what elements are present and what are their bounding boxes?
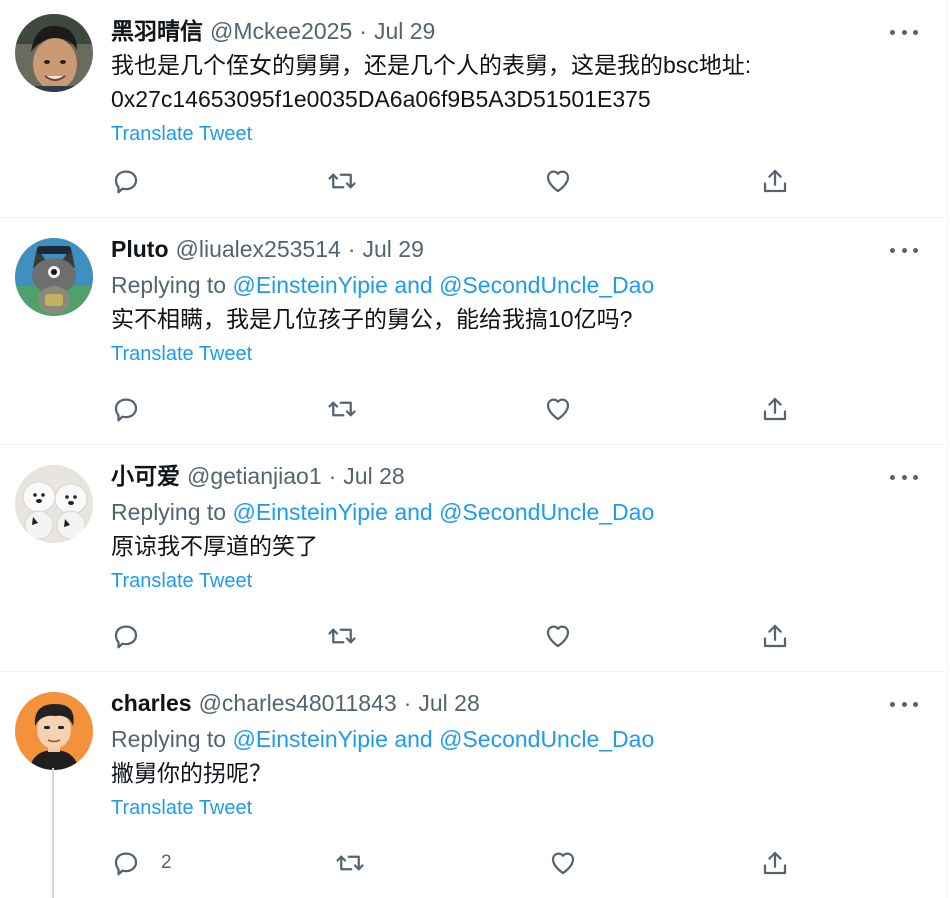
translate-tweet-link[interactable]: Translate Tweet [111, 567, 252, 595]
thread-connector [52, 768, 54, 898]
retweet-button[interactable] [327, 163, 357, 199]
like-button[interactable] [548, 845, 578, 881]
more-dots-icon[interactable] [890, 694, 918, 714]
heart-icon [546, 170, 570, 193]
avatar[interactable] [15, 14, 93, 92]
reply-count: 2 [161, 852, 172, 873]
tweet-date[interactable]: Jul 28 [343, 461, 404, 491]
translate-tweet-link[interactable]: Translate Tweet [111, 120, 252, 148]
more-dots-icon[interactable] [890, 467, 918, 487]
heart-icon [546, 398, 570, 421]
separator: · [347, 236, 356, 262]
tweet[interactable]: charles @charles48011843 · Jul 28 Replyi… [0, 672, 946, 898]
user-handle[interactable]: @Mckee2025 [210, 16, 352, 46]
tweet-header: charles @charles48011843 · Jul 28 [111, 688, 906, 718]
tweet-actions [111, 618, 811, 654]
tweet-header: Pluto @liualex253514 · Jul 29 [111, 234, 906, 264]
reply-button[interactable] [111, 391, 141, 427]
tweet-date[interactable]: Jul 29 [362, 234, 423, 264]
like-button[interactable] [543, 618, 573, 654]
separator: · [359, 18, 367, 44]
reply-bubble-icon [114, 852, 138, 876]
avatar[interactable] [15, 238, 93, 316]
share-button[interactable] [760, 391, 790, 427]
tweet-text: 我也是几个侄女的舅舅，还是几个人的表舅，这是我的bsc地址: 0x27c1465… [111, 52, 752, 112]
retweet-arrows-icon [328, 401, 356, 417]
share-button[interactable] [760, 845, 790, 881]
replying-to: Replying to @EinsteinYipie and @SecondUn… [111, 497, 906, 527]
retweet-arrows-icon [328, 173, 356, 189]
share-upload-icon [763, 169, 787, 193]
like-button[interactable] [543, 163, 573, 199]
share-button[interactable] [760, 618, 790, 654]
display-name[interactable]: charles [111, 688, 192, 718]
replying-to-label: Replying to [111, 272, 227, 298]
tweet-text: 撇舅你的拐呢？ [111, 760, 272, 786]
reply-bubble-icon [114, 625, 138, 649]
reply-bubble-icon [114, 170, 138, 194]
avatar[interactable] [15, 465, 93, 543]
tweet[interactable]: 小可爱 @getianjiao1 · Jul 28 Replying to @E… [0, 445, 946, 672]
reply-mentions[interactable]: @EinsteinYipie and @SecondUncle_Dao [232, 726, 654, 752]
reply-mentions[interactable]: @EinsteinYipie and @SecondUncle_Dao [232, 499, 654, 525]
translate-tweet-link[interactable]: Translate Tweet [111, 794, 252, 822]
separator: · [328, 463, 337, 489]
tweet-text: 实不相瞒，我是几位孩子的舅公，能给我搞10亿吗? [111, 306, 633, 332]
user-handle[interactable]: @getianjiao1 [187, 461, 322, 491]
retweet-arrows-icon [328, 628, 356, 644]
user-handle[interactable]: @liualex253514 [176, 234, 341, 264]
retweet-button[interactable] [327, 618, 357, 654]
display-name[interactable]: 小可爱 [111, 461, 180, 491]
tweet-feed: 黑羽晴信 @Mckee2025 · Jul 29 我也是几个侄女的舅舅，还是几个… [0, 0, 950, 898]
more-dots-icon[interactable] [890, 22, 918, 42]
replying-to: Replying to @EinsteinYipie and @SecondUn… [111, 270, 906, 300]
tweet-header: 黑羽晴信 @Mckee2025 · Jul 29 [111, 16, 906, 46]
reply-button[interactable]: 2 [111, 845, 172, 881]
reply-button[interactable] [111, 163, 141, 199]
retweet-arrows-icon [336, 855, 364, 871]
reply-mentions[interactable]: @EinsteinYipie and @SecondUncle_Dao [232, 272, 654, 298]
tweet-text: 原谅我不厚道的笑了 [111, 533, 318, 559]
share-upload-icon [763, 624, 787, 648]
tweet-actions: 2 [111, 845, 811, 881]
heart-icon [551, 852, 575, 875]
heart-icon [546, 625, 570, 648]
retweet-button[interactable] [327, 391, 357, 427]
more-dots-icon[interactable] [890, 240, 918, 260]
column-border [947, 0, 948, 898]
display-name[interactable]: 黑羽晴信 [111, 16, 203, 46]
retweet-button[interactable] [335, 845, 365, 881]
tweet[interactable]: 黑羽晴信 @Mckee2025 · Jul 29 我也是几个侄女的舅舅，还是几个… [0, 0, 946, 218]
tweet-actions [111, 391, 811, 427]
share-upload-icon [763, 851, 787, 875]
tweet-header: 小可爱 @getianjiao1 · Jul 28 [111, 461, 906, 491]
reply-bubble-icon [114, 398, 138, 422]
avatar[interactable] [15, 692, 93, 770]
replying-to-label: Replying to [111, 726, 227, 752]
replying-to: Replying to @EinsteinYipie and @SecondUn… [111, 724, 906, 754]
replying-to-label: Replying to [111, 499, 227, 525]
like-button[interactable] [543, 391, 573, 427]
reply-button[interactable] [111, 618, 141, 654]
tweet-date[interactable]: Jul 29 [374, 16, 435, 46]
separator: · [403, 690, 412, 716]
user-handle[interactable]: @charles48011843 [199, 688, 397, 718]
share-button[interactable] [760, 163, 790, 199]
display-name[interactable]: Pluto [111, 234, 169, 264]
tweet-date[interactable]: Jul 28 [418, 688, 479, 718]
translate-tweet-link[interactable]: Translate Tweet [111, 340, 252, 368]
share-upload-icon [763, 397, 787, 421]
tweet-actions [111, 163, 811, 199]
tweet[interactable]: Pluto @liualex253514 · Jul 29 Replying t… [0, 218, 946, 445]
